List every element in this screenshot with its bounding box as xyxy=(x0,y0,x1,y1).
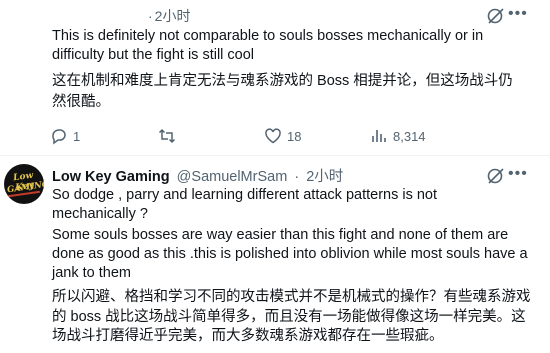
more-icon[interactable]: ••• xyxy=(508,165,528,183)
user-handle[interactable]: @SamuelMrSam xyxy=(177,169,288,185)
more-icon[interactable]: ••• xyxy=(508,5,528,23)
tweet-post[interactable]: Low Key GAMING Low Key Gaming @SamuelMrS… xyxy=(0,158,550,353)
views-button[interactable]: 8,314 xyxy=(370,127,426,145)
repost-icon xyxy=(158,127,176,145)
avatar[interactable]: Low Key GAMING xyxy=(4,164,44,204)
views-icon xyxy=(370,127,388,145)
like-count: 18 xyxy=(287,128,302,144)
views-count: 8,314 xyxy=(393,128,426,144)
reply-button[interactable]: 1 xyxy=(50,127,80,145)
reply-count: 1 xyxy=(73,128,81,144)
post-divider xyxy=(0,155,550,156)
post-text-paragraph: So dodge , parry and learning different … xyxy=(52,187,438,222)
tweet-post[interactable]: · 2小时 ••• This is definitely not comparab… xyxy=(0,0,550,150)
post-timestamp[interactable]: 2小时 xyxy=(306,169,343,185)
reply-icon xyxy=(50,127,68,145)
display-name[interactable]: Low Key Gaming xyxy=(52,169,170,185)
post-header: Low Key Gaming @SamuelMrSam · 2小时 xyxy=(52,169,344,185)
post-meta: · 2小时 xyxy=(148,8,191,24)
grok-icon[interactable] xyxy=(486,166,506,186)
post-text-en: This is definitely not comparable to sou… xyxy=(52,28,484,63)
post-text-zh: 所以闪避、格挡和学习不同的攻击模式并不是机械式的操作？有些魂系游戏的 boss … xyxy=(52,289,531,344)
like-button[interactable]: 18 xyxy=(264,127,301,145)
repost-button[interactable] xyxy=(158,127,181,145)
post-actions: 1 18 8,314 xyxy=(50,127,530,149)
post-text-paragraph: Some souls bosses are way easier than th… xyxy=(52,227,528,281)
post-timestamp[interactable]: 2小时 xyxy=(155,8,191,24)
grok-icon[interactable] xyxy=(486,6,506,26)
post-text-zh: 这在机制和难度上肯定无法与魂系游戏的 Boss 相提并论，但这场战斗仍然很酷。 xyxy=(52,73,513,110)
like-icon xyxy=(264,127,282,145)
